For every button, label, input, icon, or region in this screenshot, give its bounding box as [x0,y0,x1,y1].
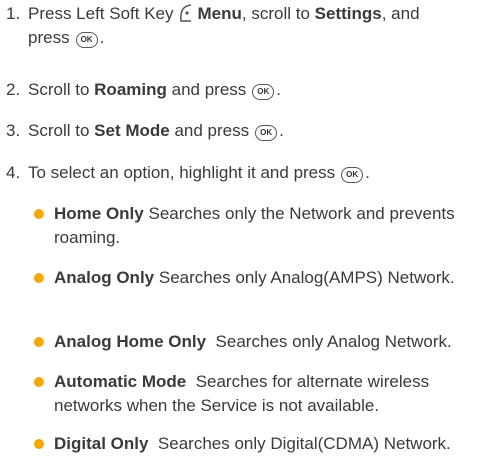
bullet-icon [34,337,44,347]
step-text: Scroll to [28,121,90,140]
option-name: Digital Only [54,434,149,453]
period: . [276,80,282,99]
step-text: , and [381,4,420,23]
option-home-only: Home Only Searches only the Network and … [34,202,479,250]
step-text: and press [174,121,250,140]
period: . [279,121,284,140]
step-4: 4. To select an option, highlight it and … [6,161,476,185]
option-description: Searches only Analog Network. [215,332,452,351]
option-name: Home Only [54,204,144,223]
step-text: press [28,28,70,47]
bullet-icon [34,209,44,219]
period: . [365,163,370,182]
option-description: Searches only Digital(CDMA) Network. [157,434,451,453]
option-analog-home-only: Analog Home Only Searches only Analog Ne… [34,330,479,354]
settings-label: Settings [314,4,382,23]
option-name: Analog Home Only [54,332,207,351]
left-soft-key-icon [179,4,191,22]
option-name: Automatic Mode [54,372,187,391]
bullet-icon [34,439,44,449]
bullet-icon [34,273,44,283]
bullet-icon [34,377,44,387]
step-text: To select an option, highlight it and pr… [28,163,336,182]
set-mode-label: Set Mode [94,121,170,140]
option-analog-only: Analog Only Searches only Analog(AMPS) N… [34,266,479,290]
step-text: Press Left Soft Key [28,4,174,23]
option-automatic-mode: Automatic Mode Searches for alternate wi… [34,370,479,418]
step-1: 1. Press Left Soft Key Menu, scroll to Set… [6,2,476,50]
step-number: 4. [6,163,21,182]
ok-key-icon: OK [75,32,98,48]
step-number: 2. [6,80,21,99]
menu-label: Menu [197,4,242,23]
step-number: 1. [6,4,21,23]
option-description: Searches only Analog(AMPS) Network. [158,268,455,287]
step-2: 2. Scroll to Roaming and press OK. [6,78,476,102]
instruction-page: 1. Press Left Soft Key Menu, scroll to Set… [0,0,479,466]
step-number: 3. [6,121,21,140]
ok-key-icon: OK [341,167,364,183]
step-3: 3. Scroll to Set Mode and press OK. [6,119,476,143]
roaming-label: Roaming [94,80,167,99]
ok-key-icon: OK [252,84,275,100]
option-digital-only: Digital Only Searches only Digital(CDMA)… [34,432,479,456]
step-text: Scroll to [28,80,90,99]
ok-key-icon: OK [255,125,278,141]
period: . [99,28,105,47]
step-text: , scroll to [241,4,310,23]
option-name: Analog Only [54,268,155,287]
step-text: and press [171,80,247,99]
